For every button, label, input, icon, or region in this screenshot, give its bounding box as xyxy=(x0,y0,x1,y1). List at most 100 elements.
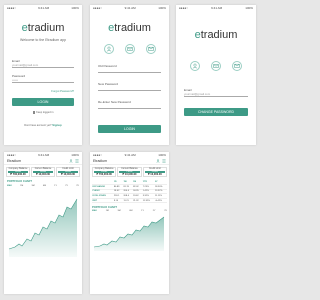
table-cell: 9.15 xyxy=(113,198,123,204)
range-tab[interactable]: 3M xyxy=(32,185,35,187)
balance-cards: Company Balance Pesos ₱ 700,000.00 Curre… xyxy=(90,165,169,179)
mail-icon[interactable] xyxy=(210,61,221,71)
change-password-screen: ●●●●○ 9:41 AM 100% etradium Old Password… xyxy=(90,5,169,145)
carrier-signal: ●●●●○ xyxy=(7,153,17,157)
card-title: Current Balance xyxy=(121,168,138,170)
carrier-signal: ●●●●○ xyxy=(93,153,103,157)
app-header: Etradium xyxy=(90,158,169,165)
user-icon[interactable] xyxy=(103,44,114,54)
range-tab[interactable]: 3Y xyxy=(76,185,79,187)
range-tab[interactable]: 6M xyxy=(43,185,46,187)
card-title: Current Balance xyxy=(34,168,52,170)
welcome-text: Welcome to the Etradium app xyxy=(19,38,67,42)
logo-text: tradium xyxy=(200,29,238,41)
battery-level: 100% xyxy=(71,6,79,10)
carrier-signal: ●●●●○ xyxy=(93,6,103,10)
table-cell: RBT xyxy=(92,198,114,204)
card-value: ₱ 10,000.00 xyxy=(36,173,50,177)
range-tab[interactable]: MAX xyxy=(7,185,12,187)
card-value: ₱ 10,000.00 xyxy=(61,173,75,177)
header-icons xyxy=(69,159,79,163)
chart-title: PORTFOLIO CHART xyxy=(92,206,117,210)
range-tab[interactable]: 1Y xyxy=(141,210,144,212)
signup-row: Dont have account yet? Signup xyxy=(12,123,74,127)
battery-level: 100% xyxy=(245,6,253,10)
range-tab[interactable]: 1M xyxy=(20,185,23,187)
table-cell: 21.32 xyxy=(132,198,143,204)
menu-icon[interactable] xyxy=(75,159,79,163)
portfolio-chart xyxy=(8,199,78,258)
battery-level: 100% xyxy=(158,6,166,10)
retype-password-field[interactable] xyxy=(98,104,161,109)
carrier-signal: ●●●●○ xyxy=(7,6,17,10)
table-cell: 11.32% xyxy=(142,198,155,204)
user-icon[interactable] xyxy=(189,61,200,71)
card-title: Company Balance xyxy=(8,168,28,170)
status-time: 9:41 AM xyxy=(38,153,50,157)
signup-prefix: Dont have account yet? xyxy=(24,124,52,127)
email-field[interactable]: yourmail@gmail.com xyxy=(184,92,248,97)
balance-card: Credit Limit Pesos ₱ 10,000.00 xyxy=(56,167,80,178)
password-field[interactable]: •••••• xyxy=(12,78,74,83)
profile-icon[interactable] xyxy=(69,159,73,163)
app-header: Etradium xyxy=(4,158,82,165)
mail-icon[interactable] xyxy=(124,44,135,54)
balance-card: Company Balance Pesos ₱ 700,000.00 xyxy=(6,167,30,178)
range-tab[interactable]: 6M xyxy=(129,210,132,212)
balance-cards: Company Balance Pesos ₱ 700,000.00 Curre… xyxy=(4,165,82,179)
portfolio-chart xyxy=(93,217,165,252)
menu-icon[interactable] xyxy=(162,159,166,163)
range-tab[interactable]: 2Y xyxy=(65,185,68,187)
range-tab[interactable]: 3Y xyxy=(164,210,167,212)
carrier-signal: ●●●●○ xyxy=(179,6,189,10)
forgot-password-screen: ●●●●○ 9:41 AM 100% etradium Email yourma… xyxy=(176,5,256,145)
checkbox-icon[interactable] xyxy=(32,111,36,114)
table-row[interactable]: RBT 9.15 11.21 21.32 11.32% -5.42% xyxy=(92,198,167,204)
message-icon[interactable] xyxy=(145,44,156,54)
range-tab[interactable]: 3M xyxy=(118,210,121,212)
forgot-password-link[interactable]: Forgot Password? xyxy=(12,89,74,93)
range-tabs: MAX 1M 3M 6M 1Y 2Y 3Y xyxy=(92,210,167,212)
table-cell: 11.21 xyxy=(122,198,133,204)
status-time: 9:41 AM xyxy=(124,153,136,157)
logo-text: tradium xyxy=(114,22,151,34)
table-cell: -5.42% xyxy=(154,198,167,204)
login-button[interactable]: LOGIN xyxy=(12,98,74,106)
dashboard-table-screen: ●●●●○ 9:41 AM 100% Etradium Company Bala… xyxy=(90,152,169,294)
login-screen: ●●●●○ 9:41 AM 100% etradium Welcome to t… xyxy=(4,5,82,145)
status-bar: ●●●●○ 9:41 AM 100% xyxy=(90,5,169,11)
battery-level: 100% xyxy=(71,153,79,157)
chart-title: PORTFOLIO CHART xyxy=(7,180,32,184)
status-time: 9:41 AM xyxy=(211,6,223,10)
header-icons xyxy=(156,159,166,163)
balance-card: Company Balance Pesos ₱ 700,000.00 xyxy=(92,167,117,178)
status-time: 9:41 AM xyxy=(124,6,136,10)
old-password-field[interactable] xyxy=(98,68,161,73)
status-bar: ●●●●○ 9:41 AM 100% xyxy=(176,5,256,11)
status-bar: ●●●●○ 9:41 AM 100% xyxy=(4,5,82,11)
card-value: ₱ 10,000.00 xyxy=(147,173,162,177)
signup-link[interactable]: Signup xyxy=(52,123,61,127)
range-tab[interactable]: 1M xyxy=(106,210,109,212)
dashboard-chart-screen: ●●●●○ 9:41 AM 100% Etradium Company Bala… xyxy=(4,152,82,294)
submit-button[interactable]: LOGIN xyxy=(98,125,161,133)
email-field[interactable]: yourmail@gmail.com xyxy=(12,63,74,68)
balance-card: Credit Limit Pesos ₱ 10,000.00 xyxy=(142,167,167,178)
app-logo: etradium xyxy=(4,22,82,34)
balance-card: Current Balance Pesos ₱ 10,000.00 xyxy=(31,167,55,178)
card-title: Company Balance xyxy=(94,168,114,170)
range-tab[interactable]: 1Y xyxy=(54,185,57,187)
status-time: 9:41 AM xyxy=(38,6,50,10)
profile-icon[interactable] xyxy=(156,159,160,163)
new-password-field[interactable] xyxy=(98,86,161,91)
change-password-button[interactable]: CHANGE PASSWORD xyxy=(184,108,248,116)
battery-level: 100% xyxy=(158,153,166,157)
keep-logged-in[interactable]: Keep logged in xyxy=(12,111,74,114)
range-tab[interactable]: MAX xyxy=(92,210,97,212)
message-icon[interactable] xyxy=(232,61,243,71)
icon-row xyxy=(90,44,169,54)
app-logo: etradium xyxy=(176,29,256,41)
range-tab[interactable]: 2Y xyxy=(153,210,156,212)
card-value: ₱ 700,000.00 xyxy=(10,173,26,177)
card-value: ₱ 10,000.00 xyxy=(122,173,137,177)
